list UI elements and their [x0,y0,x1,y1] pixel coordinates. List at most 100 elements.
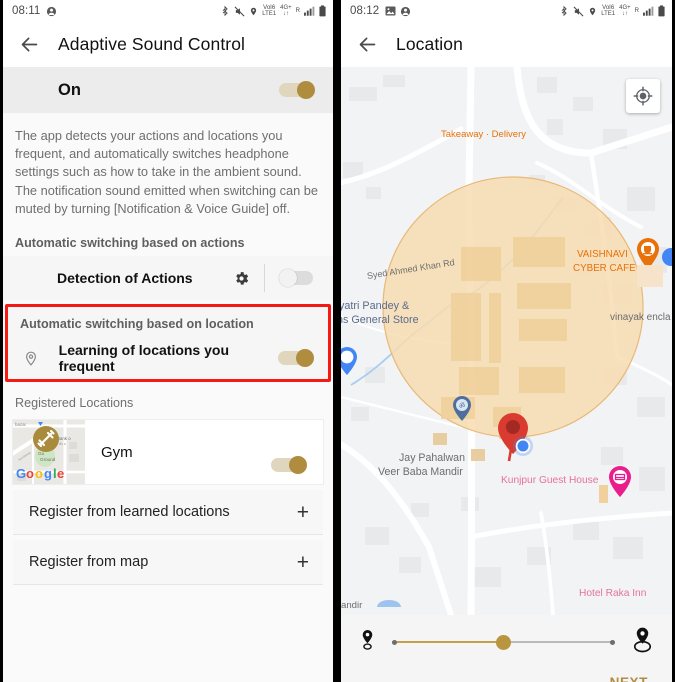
svg-text:bazar: bazar [15,422,27,427]
toggle-knob [296,349,314,368]
mute-icon [234,6,245,17]
map-label: CYBER CAFE [573,263,636,274]
slider-knob[interactable] [496,634,511,650]
app-bar-right: Location [341,22,672,67]
map-label: andir [341,600,363,611]
image-icon [385,6,396,16]
svg-text:e: e [57,466,64,481]
status-bar-time: 08:12 [350,5,380,17]
registered-locations-heading: Registered Locations [15,396,134,411]
large-radius-pin-icon [631,625,654,660]
map-label: Takeaway · Delivery [441,129,526,140]
status-bar-left: 08:11 VoI6 LTE1 4G+ ↓↑ R [3,0,333,22]
avatar-icon [46,6,57,17]
learning-locations-toggle[interactable] [276,349,314,368]
register-from-learned-locations-label: Register from learned locations [29,504,230,521]
status-bar-left-icons [385,6,411,17]
plus-icon[interactable]: + [297,502,309,523]
slider-min-dot [392,639,397,645]
map-label: ns General Store [341,314,419,326]
4g-icon: 4G+ ↓↑ [280,5,292,17]
radius-slider[interactable] [392,631,615,653]
page-title: Adaptive Sound Control [58,34,246,54]
back-arrow-icon[interactable] [354,32,380,58]
bottom-control-bar: NEXT [341,615,672,682]
registered-location-toggle[interactable] [269,456,307,475]
back-arrow-icon[interactable] [16,32,42,58]
volte-icon: VoI6 LTE1 [262,5,277,17]
status-bar-right-icons: VoI6 LTE1 4G+ ↓↑ R [559,5,665,17]
map-label: Kunjpur Guest House [501,475,599,486]
map-label: vinayak encla [610,312,671,323]
location-icon [249,6,258,17]
right-phone-screen: 08:12 VoI6 LTE1 4G+ ↓↑ R Location ॐ Take… [341,0,672,682]
location-map-thumbnail: bazar Bank o ilis a Gu Ground Aurobindo … [13,420,85,485]
register-from-learned-locations-button[interactable]: Register from learned locations + [13,490,323,535]
svg-text:o: o [26,466,34,481]
location-icon [588,6,597,17]
battery-icon [319,5,326,17]
status-bar-time: 08:11 [12,5,41,17]
4g-icon: 4G+ ↓↑ [619,5,631,17]
bluetooth-icon [220,5,230,17]
svg-text:G: G [16,466,26,481]
svg-text:o: o [35,466,43,481]
signal-icon [643,6,654,16]
map-label: Jay Pahalwan [399,452,465,464]
toggle-knob [279,269,297,288]
my-location-icon[interactable] [626,79,660,113]
dual-screenshot-container: 08:11 VoI6 LTE1 4G+ ↓↑ R Adaptive Sound … [0,0,675,682]
learning-locations-label: Learning of locations you frequent [58,342,230,375]
location-name: Gym [101,443,133,461]
toggle-knob [289,456,307,475]
page-title: Location [396,34,463,54]
svg-text:Bank o: Bank o [57,436,71,441]
svg-text:ॐ: ॐ [459,402,466,410]
battery-icon [658,5,665,17]
small-radius-pin-icon [359,628,376,657]
detection-of-actions-row[interactable]: Detection of Actions [3,256,333,301]
actions-section-heading: Automatic switching based on actions [15,236,245,251]
volte-icon: VoI6 LTE1 [601,5,616,17]
left-phone-screen: 08:11 VoI6 LTE1 4G+ ↓↑ R Adaptive Sound … [3,0,333,682]
plus-icon[interactable]: + [297,552,309,573]
detection-of-actions-label: Detection of Actions [57,270,193,287]
next-row: NEXT [341,669,672,682]
next-button[interactable]: NEXT [610,675,648,682]
map-label: yatri Pandey & [341,300,410,312]
location-section-highlight: Automatic switching based on location Le… [5,304,331,383]
app-bar-left: Adaptive Sound Control [3,22,333,67]
slider-fill [392,641,504,643]
register-from-map-button[interactable]: Register from map + [13,540,323,585]
map-label: Hotel Raka Inn [579,588,647,599]
gear-icon[interactable] [230,267,252,289]
roaming-icon: R [295,8,300,14]
status-bar-right: 08:12 VoI6 LTE1 4G+ ↓↑ R [341,0,672,22]
signal-icon [304,6,315,16]
slider-max-dot [610,639,615,645]
detection-of-actions-toggle[interactable] [279,269,317,288]
description-text: The app detects your actions and locatio… [15,128,319,216]
location-toggle-wrap [269,420,323,484]
mute-icon [573,6,584,17]
svg-text:Ground: Ground [40,457,56,462]
learning-locations-row[interactable]: Learning of locations you frequent [8,337,328,379]
master-switch-toggle[interactable] [277,81,315,99]
avatar-icon [400,6,411,17]
master-switch-row[interactable]: On [3,67,333,113]
location-section-heading: Automatic switching based on location [20,317,254,332]
panel-divider [333,0,341,682]
master-switch-label: On [58,80,81,99]
map-label: VAISHNAVI [577,249,628,260]
current-location-dot [513,436,533,456]
status-bar-right-icons: VoI6 LTE1 4G+ ↓↑ R [220,5,326,17]
map-view[interactable]: ॐ Takeaway · Delivery VAISHNAVI CYBER CA… [341,67,672,615]
location-pin-icon [20,349,43,368]
map-label: Veer Baba Mandir [378,466,463,478]
map-canvas: ॐ [341,67,672,615]
row-divider [264,264,265,293]
svg-text:ilis a: ilis a [59,442,66,446]
radius-slider-row [341,615,672,669]
registered-location-item[interactable]: bazar Bank o ilis a Gu Ground Aurobindo … [13,420,323,485]
status-bar-left-icons [46,6,57,17]
